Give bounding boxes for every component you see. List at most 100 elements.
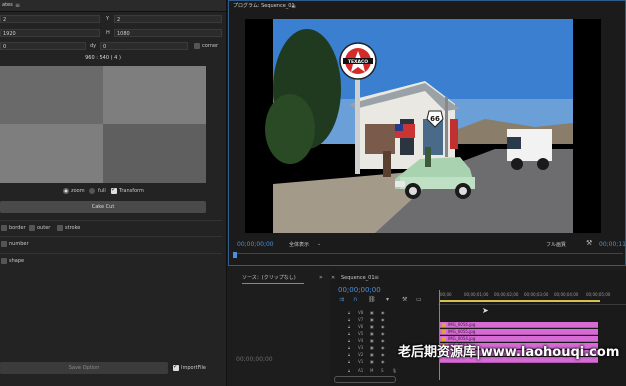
film-icon[interactable]: ▣	[370, 338, 374, 343]
clip-name: IMG_0054.jpg	[448, 336, 476, 341]
video-photo: TEXACO 66	[265, 19, 573, 233]
fx-badge-icon	[442, 337, 446, 341]
track-label: V2	[358, 352, 364, 357]
timeline-clip[interactable]: IMG_0056.jpg	[440, 322, 598, 328]
eye-icon[interactable]: ◉	[381, 359, 385, 364]
monitor-menu-icon[interactable]: ≡	[291, 2, 296, 11]
time-ruler[interactable]: 00;00 00;00;01;00 00;00;02;00 00;00;03;0…	[438, 290, 626, 305]
lock-icon[interactable]: 🔒︎	[348, 324, 350, 329]
fx-badge-icon	[442, 330, 446, 334]
width-field[interactable]: 1920	[0, 29, 100, 37]
settings-wrench-icon[interactable]: ⚒	[402, 297, 407, 303]
dy-label: dy	[90, 43, 97, 49]
track-label: V3	[358, 345, 364, 350]
lock-icon[interactable]: 🔒︎	[348, 317, 350, 322]
cake-cut-button[interactable]: Cake Cut	[0, 201, 206, 213]
wrench-icon[interactable]: ⚒	[586, 239, 592, 248]
work-area-bar[interactable]	[440, 300, 600, 302]
divider	[0, 253, 222, 254]
film-icon[interactable]: ▣	[370, 317, 374, 322]
eye-icon[interactable]: ◉	[381, 331, 385, 336]
track-headers: 🔒︎ V8 ▣ ◉ 🔒︎ V7 ▣ ◉ 🔒︎ V6 ▣ ◉ 🔒︎ V5 ▣ ◉ …	[348, 310, 436, 378]
mouse-cursor-icon: ➤	[482, 306, 489, 315]
left-panel: ates ≡ 2 Y 2 1920 H 1080 0 dy 0 corner 9…	[0, 0, 227, 386]
playback-scrubber[interactable]	[233, 252, 623, 259]
magnet-icon[interactable]: ∩	[353, 297, 357, 303]
track-row: 🔒︎ V7 ▣ ◉	[348, 317, 436, 323]
track-label: V1	[358, 359, 364, 364]
quality-dropdown[interactable]: フル画質	[546, 241, 566, 249]
film-icon[interactable]: ▣	[370, 331, 374, 336]
preview-grid[interactable]	[0, 66, 206, 183]
y-field[interactable]: 2	[114, 15, 222, 23]
timeline-zoom-scrollbar[interactable]	[334, 376, 396, 383]
lock-icon[interactable]: 🔒︎	[348, 368, 350, 373]
lock-icon[interactable]: 🔒︎	[348, 310, 350, 315]
track-row: 🔒︎ V6 ▣ ◉	[348, 324, 436, 330]
source-tab[interactable]: ソース：(クリップなし)	[242, 274, 296, 282]
ruler-label: 00;00;02;00	[494, 292, 519, 297]
linked-selection-icon[interactable]: ⛓	[368, 297, 376, 303]
panel-expand-icon[interactable]: »	[319, 274, 323, 282]
film-icon[interactable]: ▣	[370, 359, 374, 364]
lock-icon[interactable]: 🔒︎	[348, 338, 350, 343]
program-timecode[interactable]: 00;00;00;00	[237, 241, 274, 249]
timeline-timecode[interactable]: 00;00;00;00	[338, 285, 381, 295]
full-radio[interactable]	[89, 188, 95, 194]
clip-name: IMG_0056.jpg	[448, 322, 476, 327]
import-file-label: ImportFile	[181, 365, 206, 371]
film-icon[interactable]: ▣	[370, 310, 374, 315]
ruler-label: 00;00	[440, 292, 452, 297]
timeline-tab[interactable]: Sequence_01	[341, 274, 375, 282]
solo-icon[interactable]: S	[381, 368, 384, 373]
shape-checkbox[interactable]	[1, 258, 7, 264]
height-field[interactable]: 1080	[114, 29, 222, 37]
eye-icon[interactable]: ◉	[381, 338, 385, 343]
captions-icon[interactable]: ▭	[416, 297, 422, 303]
film-icon[interactable]: ▣	[370, 345, 374, 350]
lock-icon[interactable]: 🔒︎	[348, 359, 350, 364]
outer-checkbox[interactable]	[29, 225, 35, 231]
zoom-radio[interactable]	[63, 188, 69, 194]
save-option-button[interactable]: Save Option	[0, 362, 168, 374]
film-icon[interactable]: ▣	[370, 352, 374, 357]
timeline-panel: ✕ Sequence_01 ≡ 00;00;00;00 ⇉ ∩ ⛓ ▾ ⚒ ▭ …	[330, 270, 626, 386]
program-duration: 00;00;11;	[599, 241, 626, 248]
corner-checkbox[interactable]	[194, 43, 200, 49]
eye-icon[interactable]: ◉	[381, 352, 385, 357]
timeline-close-icon[interactable]: ✕	[331, 274, 335, 282]
fit-dropdown[interactable]: 全体表示	[289, 241, 309, 249]
watermark: 老后期资源库|www.laohouqi.com	[398, 345, 620, 360]
panel-menu-icon[interactable]: ≡	[15, 1, 20, 10]
dx-field[interactable]: 0	[0, 42, 86, 50]
marker-icon[interactable]: ▾	[386, 297, 389, 303]
mic-icon[interactable]: 🎙︎	[392, 368, 397, 373]
transform-check-icon: ✓	[111, 186, 117, 193]
playhead-marker[interactable]	[233, 252, 237, 258]
height-label: H	[106, 30, 110, 36]
timeline-menu-icon[interactable]: ≡	[374, 274, 379, 282]
ruler-label: 00;00;05;00	[586, 292, 611, 297]
eye-icon[interactable]: ◉	[381, 317, 385, 322]
snap-icon[interactable]: ⇉	[339, 297, 344, 303]
timeline-clip[interactable]: IMG_0054.jpg	[440, 336, 598, 342]
timeline-clip[interactable]: IMG_0055.jpg	[440, 329, 598, 335]
mute-icon[interactable]: M	[370, 368, 373, 373]
stroke-checkbox[interactable]	[57, 225, 63, 231]
eye-icon[interactable]: ◉	[381, 345, 385, 350]
number-checkbox[interactable]	[1, 241, 7, 247]
track-label: V6	[358, 324, 364, 329]
source-tab-underline	[242, 283, 304, 284]
film-icon[interactable]: ▣	[370, 324, 374, 329]
eye-icon[interactable]: ◉	[381, 324, 385, 329]
eye-icon[interactable]: ◉	[381, 310, 385, 315]
track-row: 🔒︎ V4 ▣ ◉	[348, 338, 436, 344]
texaco-sign-text: TEXACO	[348, 59, 368, 65]
lock-icon[interactable]: 🔒︎	[348, 345, 350, 350]
x-field[interactable]: 2	[0, 15, 100, 23]
route-66-text: 66	[430, 115, 440, 123]
border-checkbox[interactable]	[1, 225, 7, 231]
lock-icon[interactable]: 🔒︎	[348, 331, 350, 336]
lock-icon[interactable]: 🔒︎	[348, 352, 350, 357]
dy-field[interactable]: 0	[100, 42, 188, 50]
